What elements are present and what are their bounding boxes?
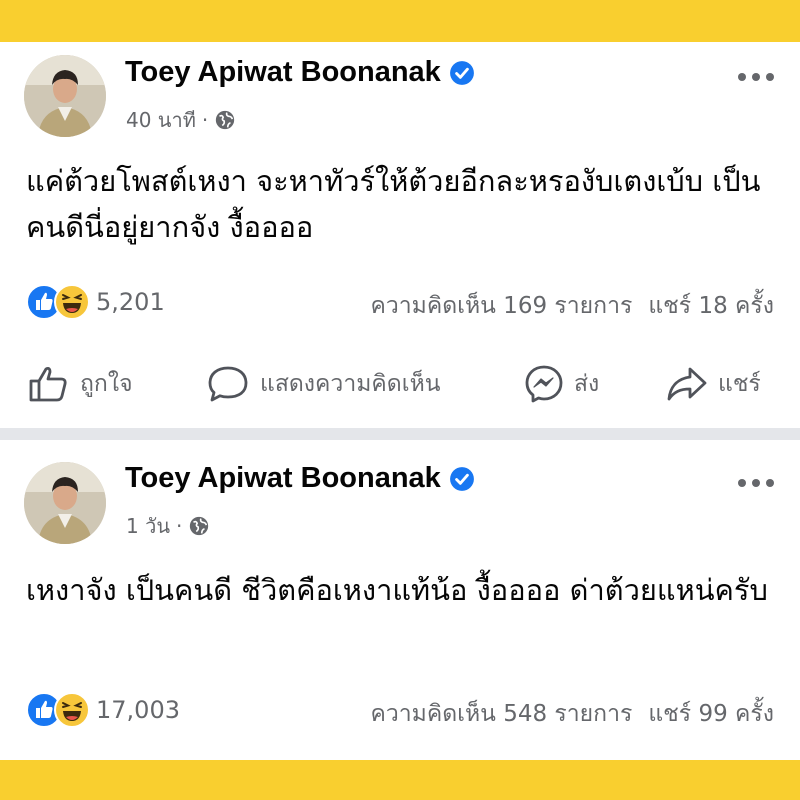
like-label: ถูกใจ bbox=[80, 371, 133, 397]
post-action-bar: ถูกใจ แสดงความคิดเห็น ส่ง แชร์ bbox=[0, 364, 800, 408]
send-button[interactable]: ส่ง bbox=[524, 364, 599, 404]
globe-icon bbox=[214, 109, 236, 131]
meta-separator: · bbox=[201, 108, 209, 132]
share-count[interactable]: แชร์ 99 ครั้ง bbox=[648, 696, 774, 732]
comment-button[interactable]: แสดงความคิดเห็น bbox=[206, 364, 440, 404]
comment-label: แสดงความคิดเห็น bbox=[260, 371, 441, 397]
post-text: เหงาจัง เป็นคนดี ชีวิตคือเหงาแท้น้อ งื้อ… bbox=[26, 573, 768, 607]
reaction-icons bbox=[26, 284, 92, 320]
author-name-text[interactable]: Toey Apiwat Boonanak bbox=[125, 56, 441, 89]
post-time[interactable]: 1 วัน bbox=[126, 510, 170, 542]
reaction-icons bbox=[26, 692, 92, 728]
reactions-summary[interactable]: 5,201 bbox=[26, 284, 165, 320]
post-separator bbox=[0, 428, 800, 440]
reaction-count[interactable]: 17,003 bbox=[96, 696, 180, 724]
meta-separator: · bbox=[175, 514, 183, 538]
share-button[interactable]: แชร์ bbox=[666, 364, 761, 404]
share-label: แชร์ bbox=[718, 371, 761, 397]
send-label: ส่ง bbox=[574, 371, 600, 397]
share-count[interactable]: แชร์ 18 ครั้ง bbox=[648, 288, 774, 324]
thumbs-up-icon bbox=[29, 367, 67, 402]
post-text: แค่ต้วยโพสต์เหงา จะหาทัวร์ให้ต้วยอีกละหร… bbox=[26, 164, 761, 244]
post-card-1: Toey Apiwat Boonanak 40 นาที · แค่ต้วยโพ… bbox=[0, 42, 800, 428]
comment-count[interactable]: ความคิดเห็น 169 รายการ bbox=[370, 288, 632, 324]
haha-reaction-icon bbox=[54, 284, 90, 320]
avatar[interactable] bbox=[24, 55, 106, 137]
post-card-2: Toey Apiwat Boonanak 1 วัน · เหงาจัง เป็… bbox=[0, 440, 800, 760]
author-name[interactable]: Toey Apiwat Boonanak bbox=[125, 56, 475, 89]
more-options-icon[interactable] bbox=[736, 474, 776, 487]
post-meta: 1 วัน · bbox=[126, 510, 210, 542]
bottom-yellow-frame bbox=[0, 760, 800, 800]
avatar[interactable] bbox=[24, 462, 106, 544]
post-stats: ความคิดเห็น 548 รายการ แชร์ 99 ครั้ง bbox=[370, 696, 774, 732]
globe-icon bbox=[188, 515, 210, 537]
author-name[interactable]: Toey Apiwat Boonanak bbox=[125, 462, 475, 495]
comment-bubble-icon bbox=[208, 366, 248, 402]
post-time[interactable]: 40 นาที bbox=[126, 104, 196, 136]
haha-reaction-icon bbox=[54, 692, 90, 728]
verified-badge-icon bbox=[449, 60, 475, 86]
like-button[interactable]: ถูกใจ bbox=[28, 364, 133, 404]
post-meta: 40 นาที · bbox=[126, 104, 236, 136]
more-options-icon[interactable] bbox=[736, 68, 776, 81]
share-arrow-icon bbox=[667, 367, 707, 401]
comment-count[interactable]: ความคิดเห็น 548 รายการ bbox=[370, 696, 632, 732]
verified-badge-icon bbox=[449, 466, 475, 492]
author-name-text[interactable]: Toey Apiwat Boonanak bbox=[125, 462, 441, 495]
reactions-summary[interactable]: 17,003 bbox=[26, 692, 180, 728]
reaction-count[interactable]: 5,201 bbox=[96, 288, 165, 316]
top-yellow-frame bbox=[0, 0, 800, 42]
messenger-icon bbox=[525, 365, 563, 403]
post-stats: ความคิดเห็น 169 รายการ แชร์ 18 ครั้ง bbox=[370, 288, 774, 324]
